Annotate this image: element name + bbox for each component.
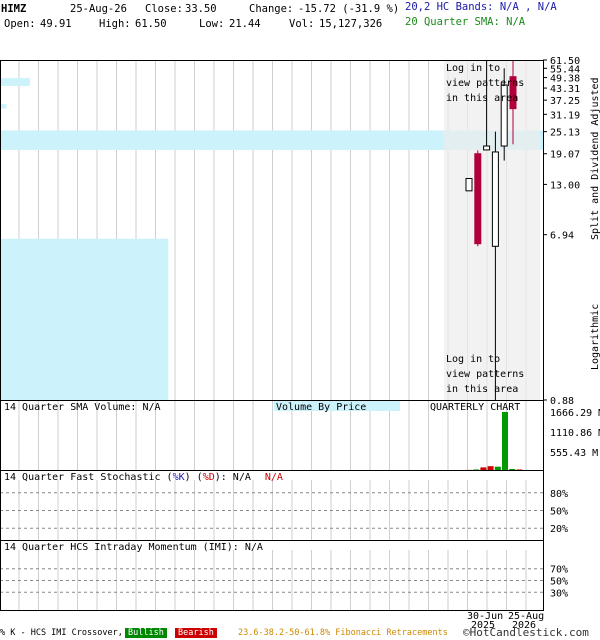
price-tick-label: 13.00	[550, 180, 580, 191]
volume-bar	[480, 467, 487, 470]
oscillator-tick-label: 70%	[550, 565, 568, 576]
oscillator-tick-label: 20%	[550, 524, 568, 535]
overlay-top-line-1: Log in to	[446, 63, 500, 74]
bullish-badge: Bullish	[125, 628, 167, 638]
price-tick-label: 25.13	[550, 128, 580, 139]
overlay-bottom-line-1: Log in to	[446, 354, 500, 365]
price-tick-label: 6.94	[550, 231, 574, 242]
price-tick-label: 0.88	[550, 396, 574, 407]
stochastic-panel-title: 14 Quarter Fast Stochastic (%K) (%D): N/…	[4, 472, 283, 483]
volume-tick-label: 1110.86 M	[550, 428, 600, 439]
price-tick-label: 37.25	[550, 96, 580, 107]
volume-bar	[487, 466, 494, 470]
crossover-legend: % K - HCS IMI Crossover,	[0, 628, 123, 638]
oscillator-tick-label: 30%	[550, 588, 568, 599]
overlay-bottom-line-2: view patterns	[446, 369, 524, 380]
price-tick-label: 43.31	[550, 84, 580, 95]
volume-panel-title: 14 Quarter SMA Volume: N/A	[4, 402, 161, 413]
overlay-bottom-line-3: in this area	[446, 384, 518, 395]
imi-panel-title: 14 Quarter HCS Intraday Momentum (IMI): …	[4, 542, 263, 553]
volume-tick-label: 1666.29 M	[550, 408, 600, 419]
volume-bar	[516, 469, 523, 470]
volume-bar	[502, 412, 508, 470]
price-tick-label: 49.38	[550, 74, 580, 85]
candle-body	[483, 145, 491, 151]
chart-period-label: QUARTERLY CHART	[430, 402, 520, 413]
oscillator-tick-label: 50%	[550, 507, 568, 518]
oscillator-tick-label: 50%	[550, 577, 568, 588]
overlay-top-line-2: view patterns	[446, 78, 524, 89]
log-scale-label: Logarithmic	[590, 304, 600, 370]
bearish-badge: Bearish	[175, 628, 217, 638]
volume-by-price-label: Volume By Price	[276, 402, 366, 413]
volume-bar	[473, 469, 480, 470]
overlay-top-line-3: in this area	[446, 93, 518, 104]
volume-by-price-bar	[0, 238, 169, 400]
candle-body	[474, 153, 482, 245]
fibonacci-legend: 23.6-38.2-50-61.8% Fibonacci Retracement…	[238, 628, 448, 638]
copyright-text: ©HotCandlestick.com	[463, 626, 589, 639]
candle-body	[465, 177, 473, 192]
price-tick-label: 19.07	[550, 150, 580, 161]
volume-by-price-bar	[0, 78, 30, 86]
candle-body	[491, 151, 499, 247]
volume-bar	[509, 468, 516, 470]
oscillator-tick-label: 80%	[550, 489, 568, 500]
split-dividend-label: Split and Dividend Adjusted	[590, 77, 600, 240]
price-tick-label: 31.19	[550, 110, 580, 121]
volume-bar	[494, 466, 501, 470]
volume-tick-label: 555.43 M	[550, 448, 598, 459]
quarterly-chart: 61.5055.4449.3843.3137.2531.1925.1319.07…	[0, 56, 600, 631]
